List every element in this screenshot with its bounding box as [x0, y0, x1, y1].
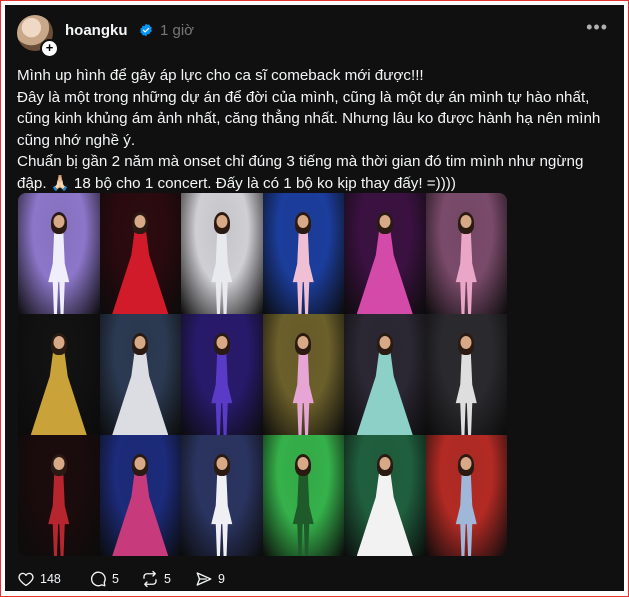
repost-count: 5 — [164, 572, 171, 586]
comment-button[interactable]: 5 — [89, 570, 119, 588]
post-header: + hoangku 1 giờ ••• — [17, 15, 612, 58]
post-paragraph: Chuẩn bị gần 2 năm mà onset chỉ đúng 3 t… — [17, 153, 584, 192]
photo-green-stage-outfit[interactable] — [262, 435, 344, 556]
verified-badge-icon — [140, 23, 152, 37]
photo-black-white-ruffle[interactable] — [425, 314, 507, 435]
share-count: 9 — [218, 572, 225, 586]
heart-icon — [18, 572, 34, 587]
like-button[interactable]: 148 — [17, 570, 61, 588]
photo-collage[interactable] — [18, 193, 507, 556]
share-button[interactable]: 9 — [195, 570, 225, 588]
like-count: 148 — [40, 572, 61, 586]
photo-lavender-tutu[interactable] — [262, 314, 344, 435]
photo-gold-sculpture-gown[interactable] — [18, 314, 100, 435]
photo-purple-embellished-gown[interactable] — [181, 314, 263, 435]
photo-red-ballgown[interactable] — [99, 193, 181, 314]
username[interactable]: hoangku — [65, 22, 128, 39]
repost-icon — [143, 570, 157, 588]
more-options-icon[interactable]: ••• — [586, 17, 608, 38]
photo-teal-harem-outfit[interactable] — [344, 314, 426, 435]
photo-white-tiered-dress[interactable] — [181, 435, 263, 556]
photo-pink-feather-gown[interactable] — [425, 193, 507, 314]
photo-magenta-corset[interactable] — [344, 193, 426, 314]
post-content: Mình up hình để gây áp lực cho ca sĩ com… — [17, 65, 612, 194]
photo-denim-outfit[interactable] — [425, 435, 507, 556]
repost-button[interactable]: 5 — [141, 570, 171, 588]
photo-pink-mini-dress[interactable] — [262, 193, 344, 314]
follow-plus-icon[interactable]: + — [40, 39, 59, 58]
comment-count: 5 — [112, 572, 119, 586]
post-time: 1 giờ — [160, 22, 195, 39]
photo-white-wing-gown[interactable] — [99, 314, 181, 435]
comment-icon — [91, 571, 106, 587]
photo-white-gown[interactable] — [18, 193, 100, 314]
post-paragraph: Mình up hình để gây áp lực cho ca sĩ com… — [17, 67, 424, 84]
send-icon — [196, 572, 212, 586]
post-paragraph: Đây là một trong những dự án để đời của … — [17, 88, 601, 149]
threads-post-card: + hoangku 1 giờ ••• Mình up hình để gây … — [5, 5, 624, 591]
photo-red-polka-skirt[interactable] — [18, 435, 100, 556]
photo-silver-flowing-dress[interactable] — [181, 193, 263, 314]
photo-black-white-patterned[interactable] — [344, 435, 426, 556]
photo-patchwork-mini[interactable] — [99, 435, 181, 556]
